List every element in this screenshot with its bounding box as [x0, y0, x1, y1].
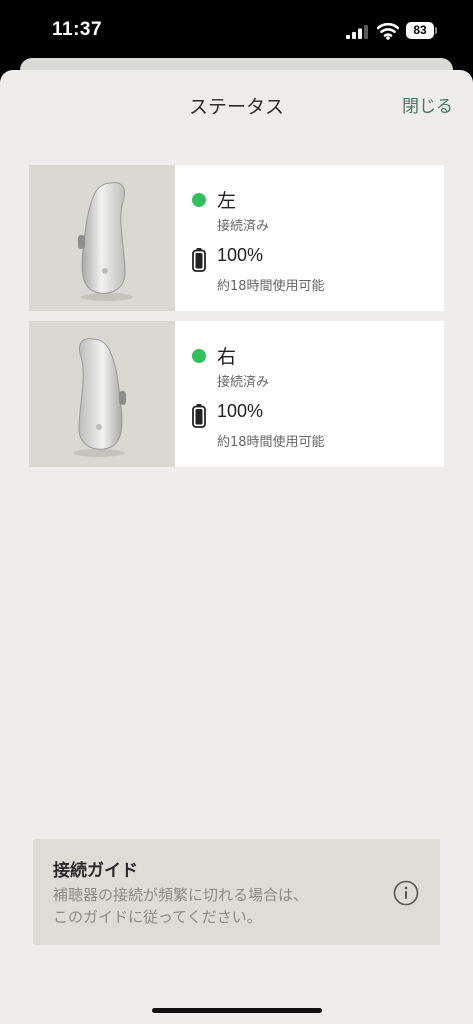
guide-title: 接続ガイド	[53, 861, 138, 881]
wifi-icon	[377, 22, 399, 40]
device-side-label: 右	[217, 346, 237, 368]
battery-hours: 約18時間使用可能	[217, 435, 325, 450]
connection-guide-banner[interactable]: 接続ガイド 補聴器の接続が頻繁に切れる場合は、 このガイドに従ってください。	[33, 839, 440, 945]
connection-status-dot	[192, 349, 206, 363]
home-indicator[interactable]	[152, 1008, 322, 1013]
connection-status-text: 接続済み	[217, 219, 270, 234]
connection-status-text: 接続済み	[217, 375, 270, 390]
battery-full-icon	[192, 248, 206, 272]
status-time: 11:37	[52, 19, 103, 40]
battery-icon: 83	[406, 22, 434, 39]
device-side-label: 左	[217, 190, 237, 212]
battery-percent: 100%	[217, 401, 264, 421]
device-card-left: 左 接続済み 100% 約18時間使用可能	[29, 165, 444, 311]
battery-level: 83	[413, 23, 427, 37]
connection-status-dot	[192, 193, 206, 207]
hearing-aid-image-left	[29, 165, 175, 311]
guide-description-line2: このガイドに従ってください。	[53, 908, 262, 926]
guide-description-line1: 補聴器の接続が頻繁に切れる場合は、	[53, 886, 309, 904]
signal-icon	[346, 25, 368, 39]
battery-hours: 約18時間使用可能	[217, 279, 325, 294]
status-bar: 11:37 83	[0, 0, 473, 62]
status-sheet: ステータス 閉じる 左 接続済み 100% 約18時間使用可能 右 接続済み 1…	[0, 70, 473, 1024]
device-card-right: 右 接続済み 100% 約18時間使用可能	[29, 321, 444, 467]
battery-percent: 100%	[217, 245, 264, 265]
battery-full-icon	[192, 404, 206, 428]
info-icon[interactable]	[393, 880, 419, 906]
battery-nub	[435, 27, 437, 34]
hearing-aid-image-right	[29, 321, 175, 467]
close-button[interactable]: 閉じる	[402, 92, 453, 117]
